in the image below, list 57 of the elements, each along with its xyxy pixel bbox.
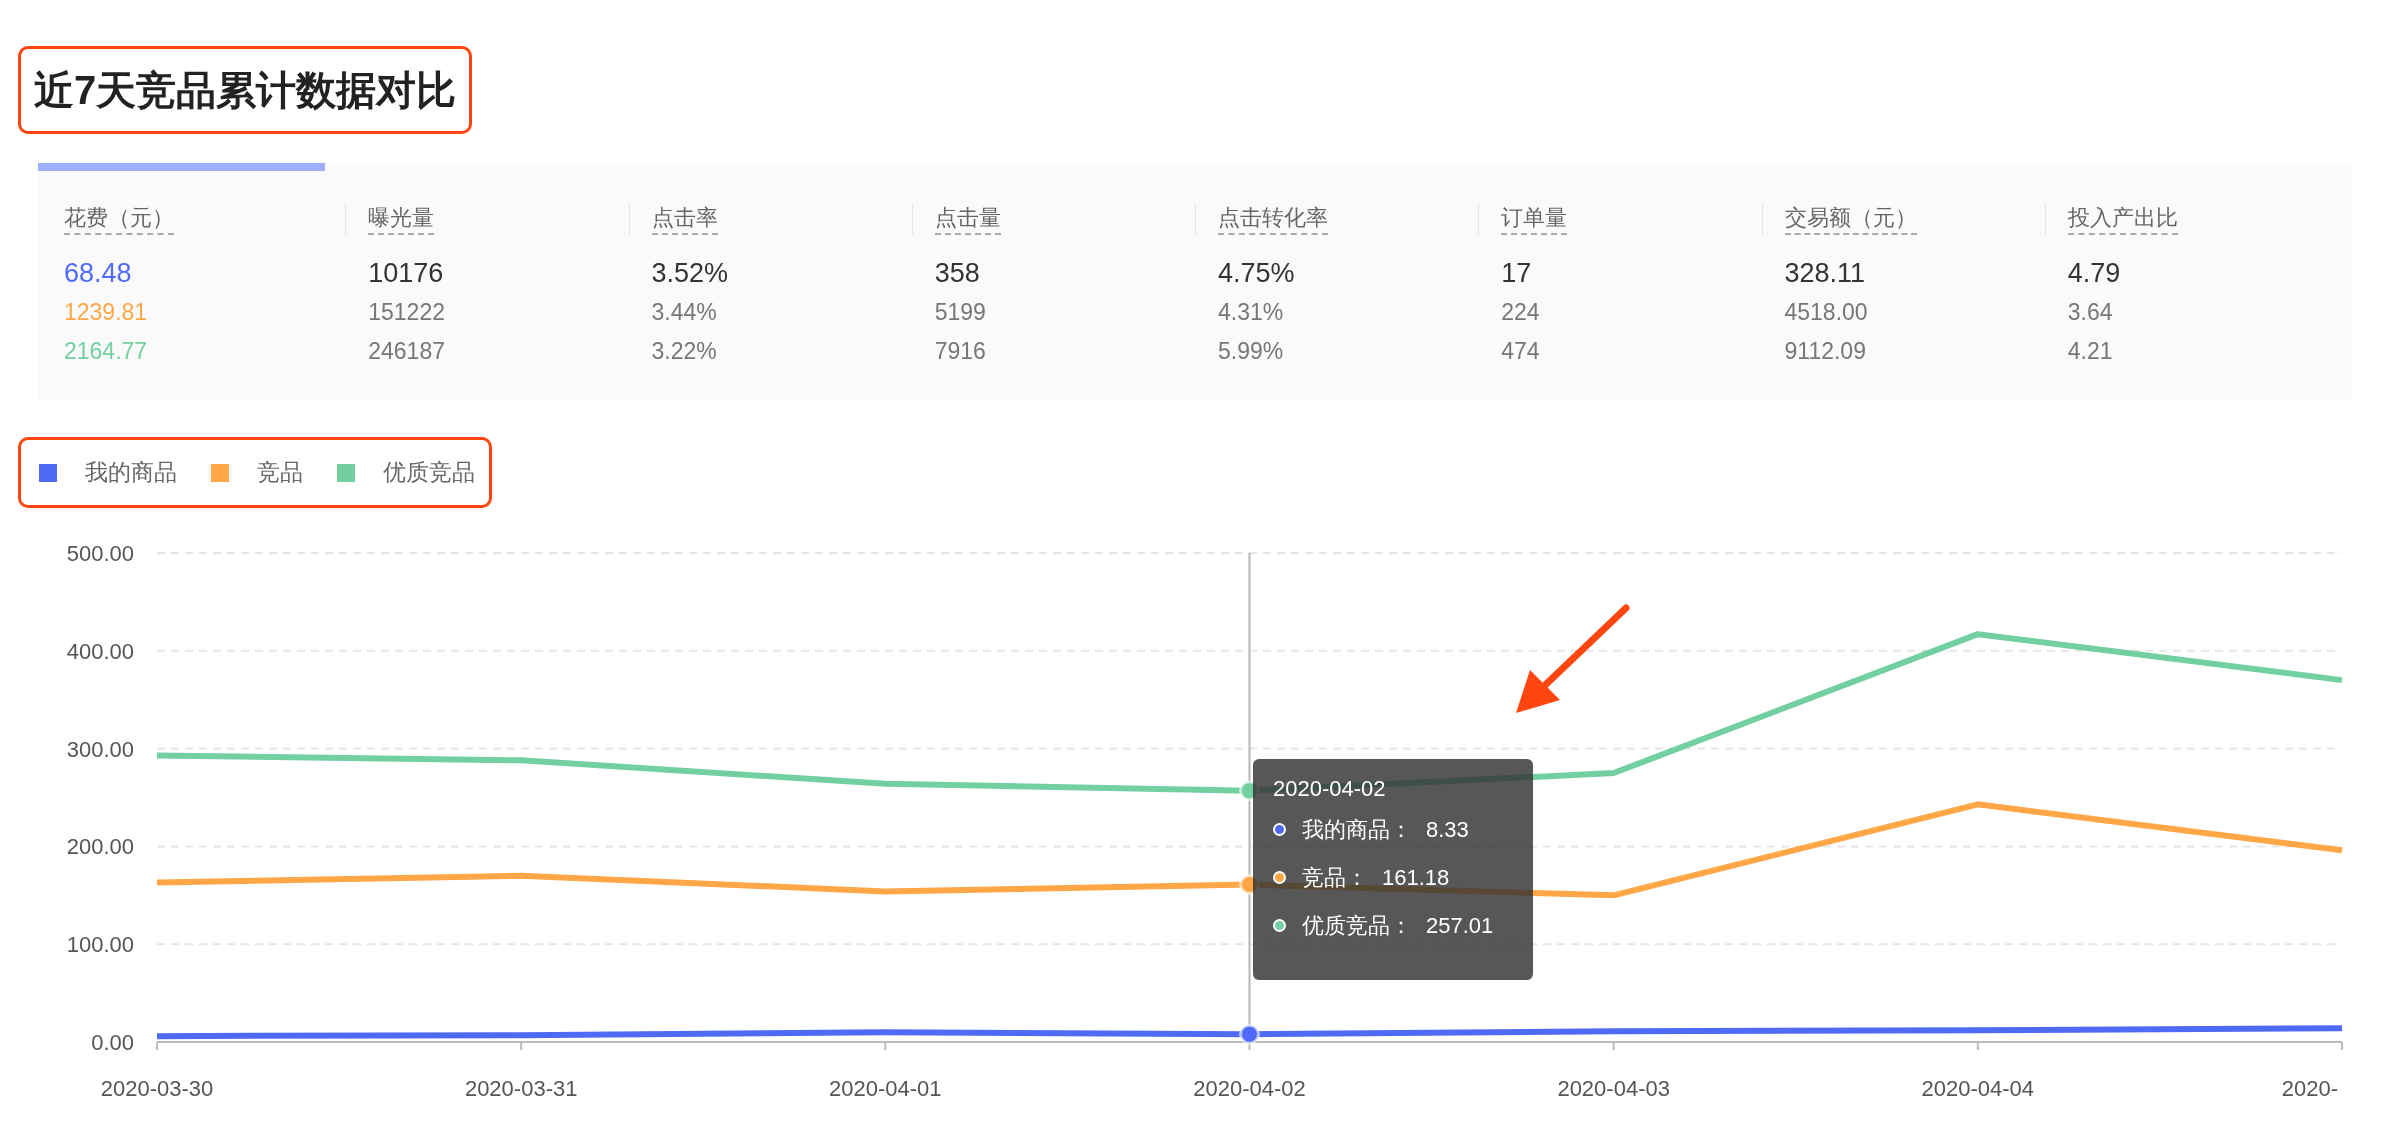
table-cell: 474 (1501, 338, 1540, 364)
table-cell: 68.48 (64, 258, 132, 288)
tooltip-label: 竞品： (1302, 863, 1368, 892)
page-title: 近7天竞品累计数据对比 (18, 46, 473, 134)
x-axis-label: 2020-04-04 (1921, 1076, 2035, 1101)
x-axis-label: 2020-04-02 (1193, 1076, 1306, 1101)
table-cell: 151222 (368, 299, 445, 325)
table-cell: 4.21 (2067, 338, 2113, 364)
y-axis-label: 400.00 (66, 638, 134, 664)
x-axis-label: 2020-03-31 (464, 1076, 578, 1101)
column-header: 交易额（元） (1784, 203, 1917, 235)
legend-label[interactable]: 我的商品 (85, 455, 177, 490)
y-axis-label: 0.00 (91, 1030, 134, 1055)
column-header: 订单量 (1501, 203, 1568, 235)
table-cell: 4518.00 (1784, 299, 1868, 325)
tooltip-label: 我的商品： (1302, 815, 1412, 844)
table-cell: 5199 (934, 299, 986, 325)
table-cell: 3.44% (651, 299, 717, 325)
table-cell: 2164.77 (64, 338, 148, 364)
table-cell: 3.22% (651, 338, 717, 364)
table-cell: 5.99% (1218, 338, 1284, 364)
table-cell: 10176 (368, 258, 444, 288)
table-cell: 3.64 (2067, 299, 2113, 325)
table-cell: 9112.09 (1784, 338, 1866, 364)
column-header: 投入产出比 (2067, 203, 2178, 235)
table-cell: 1239.81 (64, 299, 148, 325)
x-axis-label: 2020-03-30 (100, 1076, 214, 1101)
tooltip-value: 8.33 (1426, 815, 1469, 844)
y-axis-label: 100.00 (66, 932, 134, 958)
hover-point (1239, 1023, 1260, 1045)
table-cell: 246187 (368, 338, 445, 364)
column-header: 点击率 (651, 203, 718, 235)
x-axis-label: 2020-04-03 (1557, 1076, 1670, 1101)
table-cell: 4.31% (1218, 299, 1284, 325)
tooltip-value: 257.01 (1426, 911, 1494, 940)
y-axis-label: 300.00 (66, 736, 134, 762)
table-cell: 7916 (934, 338, 986, 364)
y-axis-label: 200.00 (66, 834, 134, 860)
x-axis-label: 2020-04-01 (829, 1076, 942, 1101)
column-header: 花费（元） (64, 203, 174, 235)
y-axis-label: 500.00 (66, 541, 134, 566)
tooltip-title: 2020-04-02 (1273, 775, 1387, 803)
table-cell: 4.79 (2067, 258, 2121, 288)
table-cell: 3.52% (651, 258, 729, 288)
tooltip-label: 优质竞品： (1302, 911, 1412, 940)
table-cell: 4.75% (1218, 258, 1295, 288)
column-header: 点击转化率 (1218, 203, 1328, 235)
legend-label[interactable]: 优质竞品 (383, 455, 475, 490)
legend-label[interactable]: 竞品 (257, 455, 303, 490)
table-cell: 328.11 (1784, 258, 1866, 288)
column-header: 点击量 (934, 203, 1001, 235)
tooltip-value: 161.18 (1382, 863, 1450, 892)
table-cell: 224 (1501, 299, 1540, 325)
x-axis-label: 2020- (2281, 1076, 2338, 1101)
column-header: 曝光量 (368, 203, 435, 235)
table-cell: 358 (934, 258, 980, 288)
table-cell: 17 (1501, 258, 1532, 288)
